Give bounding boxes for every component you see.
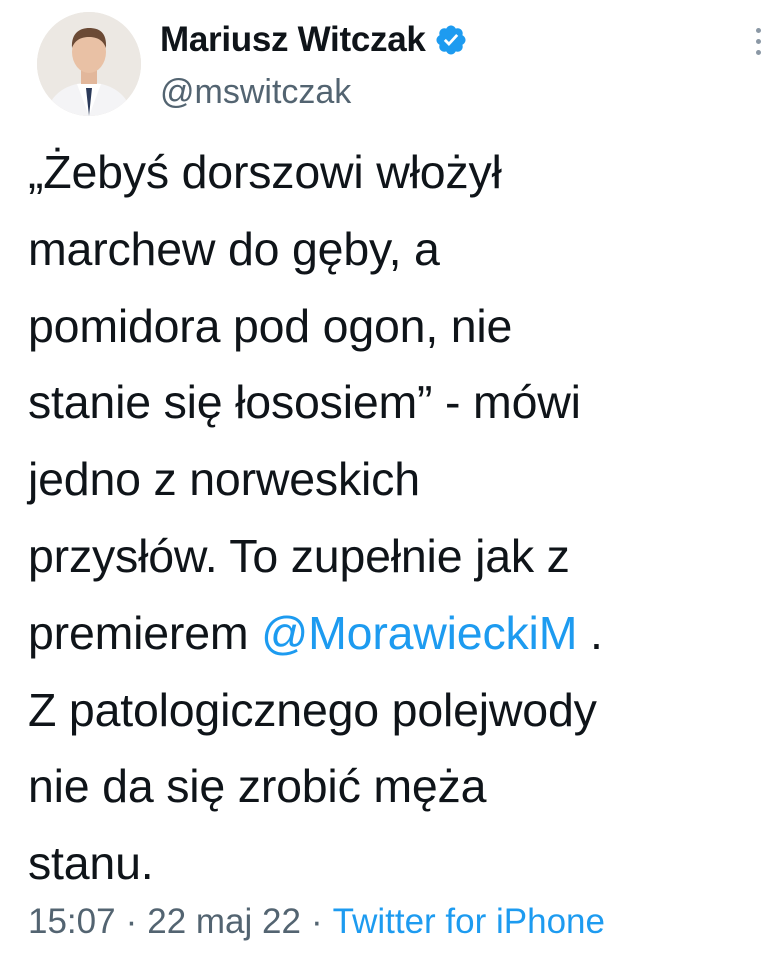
tweet-line: marchew do gęby, a: [28, 222, 440, 275]
tweet-text: „Żebyś dorszowi włożył marchew do gęby, …: [28, 134, 770, 902]
meta-separator: ·: [310, 902, 323, 941]
tweet-line: pomidora pod ogon, nie: [28, 299, 513, 352]
tweet-line: przysłów. To zupełnie jak z: [28, 529, 570, 582]
tweet-meta: 15:07 · 22 maj 22 · Twitter for iPhone: [28, 902, 605, 942]
tweet-line-with-mention: premierem @MorawieckiM .: [28, 595, 770, 672]
author-name-row: Mariusz Witczak: [160, 12, 468, 68]
author-display-name[interactable]: Mariusz Witczak: [160, 20, 426, 60]
tweet-text-fragment: premierem: [28, 606, 262, 659]
tweet-source-link[interactable]: Twitter for iPhone: [333, 902, 605, 941]
tweet-line: Z patologicznego polejwody: [28, 683, 597, 736]
tweet-card: Mariusz Witczak @mswitczak „Żebyś dorszo…: [0, 0, 774, 960]
tweet-time[interactable]: 15:07: [28, 902, 116, 941]
author-handle[interactable]: @mswitczak: [160, 73, 351, 112]
mention-link[interactable]: @MorawieckiM: [261, 607, 577, 659]
meta-separator: ·: [125, 902, 138, 941]
more-options-icon[interactable]: [750, 28, 766, 68]
tweet-line: stanie się łososiem” - mówi: [28, 376, 581, 429]
tweet-line: jedno z norweskich: [28, 453, 420, 506]
tweet-line: stanu.: [28, 837, 154, 890]
avatar[interactable]: [37, 12, 141, 116]
tweet-line: „Żebyś dorszowi włożył: [28, 146, 502, 198]
verified-badge-icon: [434, 23, 468, 57]
tweet-text-fragment: .: [577, 606, 603, 659]
tweet-line: nie da się zrobić męża: [28, 760, 487, 813]
tweet-date[interactable]: 22 maj 22: [147, 902, 301, 941]
